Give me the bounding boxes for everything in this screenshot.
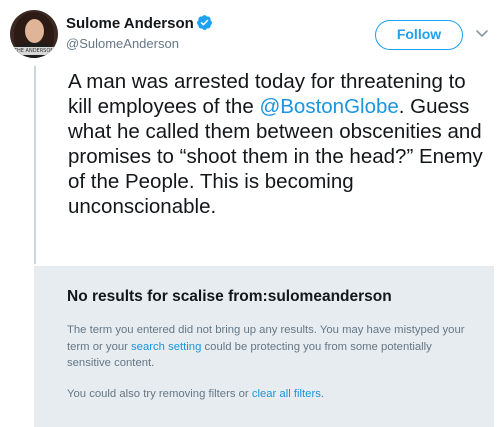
mention-link[interactable]: @BostonGlobe bbox=[259, 95, 398, 118]
thread-line bbox=[34, 66, 36, 264]
author-name[interactable]: Sulome Anderson bbox=[66, 15, 194, 32]
author-handle[interactable]: @SulomeAnderson bbox=[66, 36, 179, 51]
suggestion-text-end: . bbox=[320, 388, 325, 400]
suggestion-text: You could also try removing filters or bbox=[67, 388, 252, 400]
empty-state-suggestion: You could also try removing filters or c… bbox=[67, 386, 472, 403]
follow-button[interactable]: Follow bbox=[375, 20, 463, 50]
avatar-tag: THE ANDERSON bbox=[12, 47, 56, 55]
avatar[interactable]: THE ANDERSON bbox=[10, 10, 58, 58]
tweet-text: A man was arrested today for threatening… bbox=[68, 69, 488, 219]
clear-filters-link[interactable]: clear all filters bbox=[252, 388, 321, 400]
empty-state-message: The term you entered did not bring up an… bbox=[67, 322, 472, 372]
search-setting-link[interactable]: search setting bbox=[131, 341, 201, 353]
verified-badge-icon bbox=[197, 15, 212, 30]
empty-state-title: No results for scalise from:sulomeanders… bbox=[67, 288, 392, 305]
avatar-face bbox=[25, 19, 44, 43]
chevron-down-icon[interactable] bbox=[474, 25, 490, 41]
tweet-card: THE ANDERSON Sulome Anderson @SulomeAnde… bbox=[0, 0, 500, 264]
